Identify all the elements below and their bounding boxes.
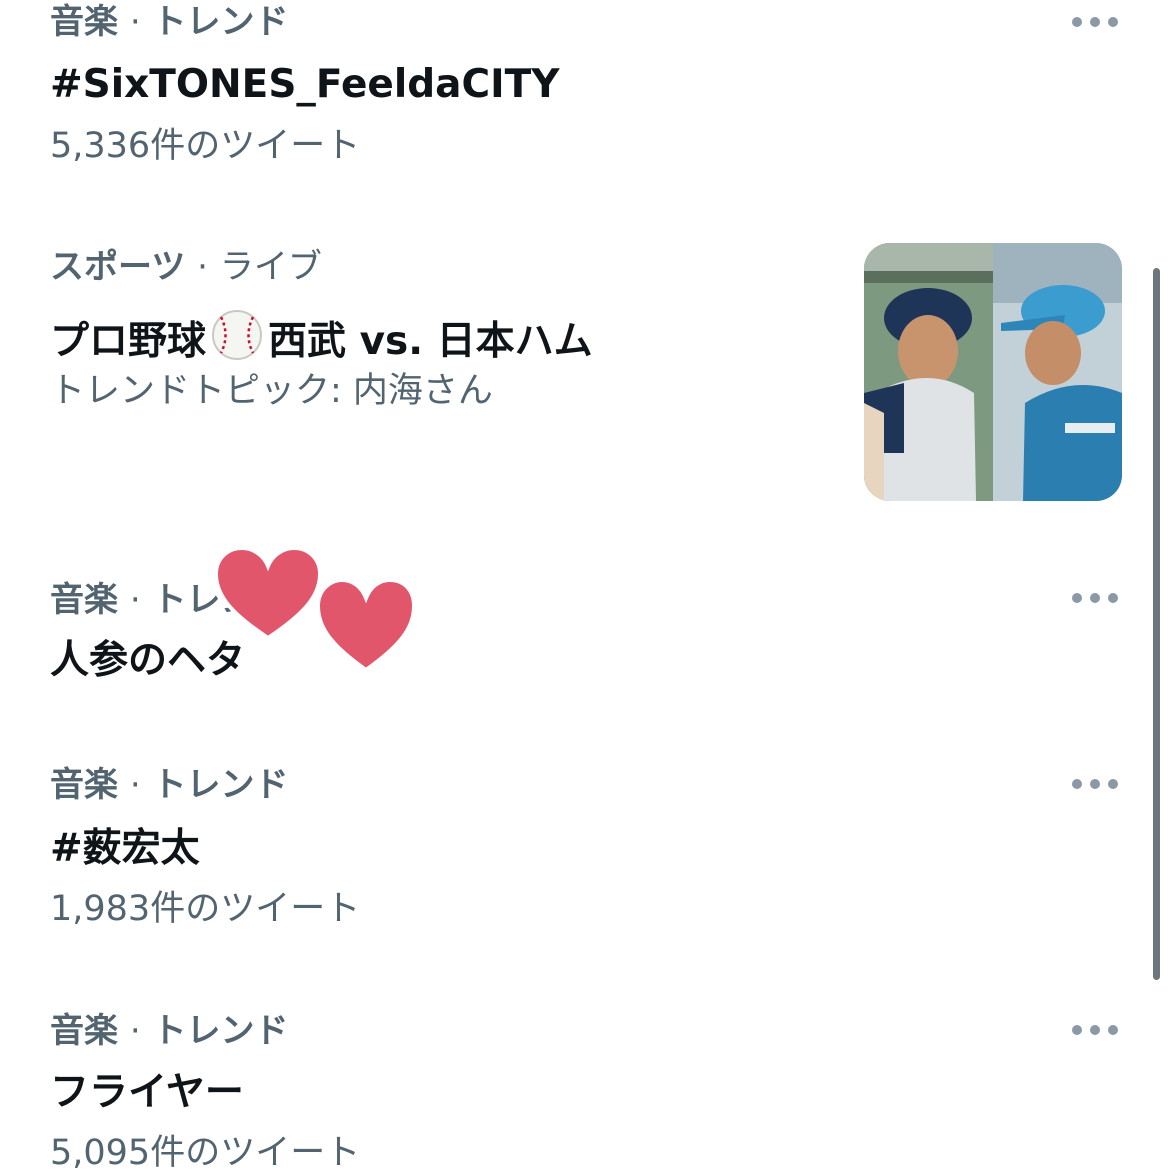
thumbnail-player-left: [864, 243, 993, 501]
trend-status: トレンド: [152, 765, 289, 805]
meta-separator: ·: [197, 247, 208, 287]
more-horizontal-icon[interactable]: [1072, 591, 1118, 605]
more-horizontal-icon[interactable]: [1072, 15, 1118, 29]
tweet-count: 5,095件のツイート: [50, 1133, 361, 1173]
meta-separator: ·: [129, 580, 141, 620]
scrollbar[interactable]: [1153, 268, 1160, 980]
trend-title: #SixTONES_FeeldaCITY: [50, 62, 560, 107]
trend-thumbnail[interactable]: [864, 243, 1122, 501]
thumbnail-player-right: [993, 243, 1122, 501]
trend-title: フライヤー: [50, 1070, 244, 1115]
meta-separator: ·: [129, 1011, 141, 1051]
trend-title-part: プロ野球: [50, 319, 207, 364]
trend-title: プロ野球 西武 vs. 日本ハム: [50, 308, 593, 365]
trend-status: トレンド: [152, 2, 289, 42]
trend-meta: 音楽 · トレンド: [50, 1011, 289, 1051]
trend-status: ライブ: [219, 247, 322, 287]
trend-category: スポーツ: [50, 247, 186, 287]
tweet-count: 5,336件のツイート: [50, 126, 361, 166]
trend-meta: 音楽 · トレンド: [50, 765, 289, 805]
trend-meta: スポーツ · ライブ: [50, 247, 322, 287]
trending-topic: トレンドトピック: 内海さん: [50, 371, 493, 411]
heart-sticker: [315, 577, 417, 673]
trend-category: 音楽: [50, 765, 118, 805]
trend-title: #薮宏太: [50, 826, 200, 871]
trend-category: 音楽: [50, 580, 118, 620]
tweet-count: 1,983件のツイート: [50, 889, 361, 929]
trend-category: 音楽: [50, 1011, 118, 1051]
trend-title-part: 西武 vs. 日本ハム: [268, 319, 593, 364]
trend-category: 音楽: [50, 2, 118, 42]
heart-sticker: [213, 545, 323, 641]
meta-separator: ·: [129, 2, 141, 42]
more-horizontal-icon[interactable]: [1072, 1023, 1118, 1037]
meta-separator: ·: [129, 765, 141, 805]
trend-title: 人参のヘタ: [50, 638, 246, 683]
baseball-icon: [212, 310, 263, 360]
trend-meta: 音楽 · トレンド: [50, 2, 289, 42]
more-horizontal-icon[interactable]: [1072, 777, 1118, 791]
trend-status: トレンド: [152, 1011, 289, 1051]
